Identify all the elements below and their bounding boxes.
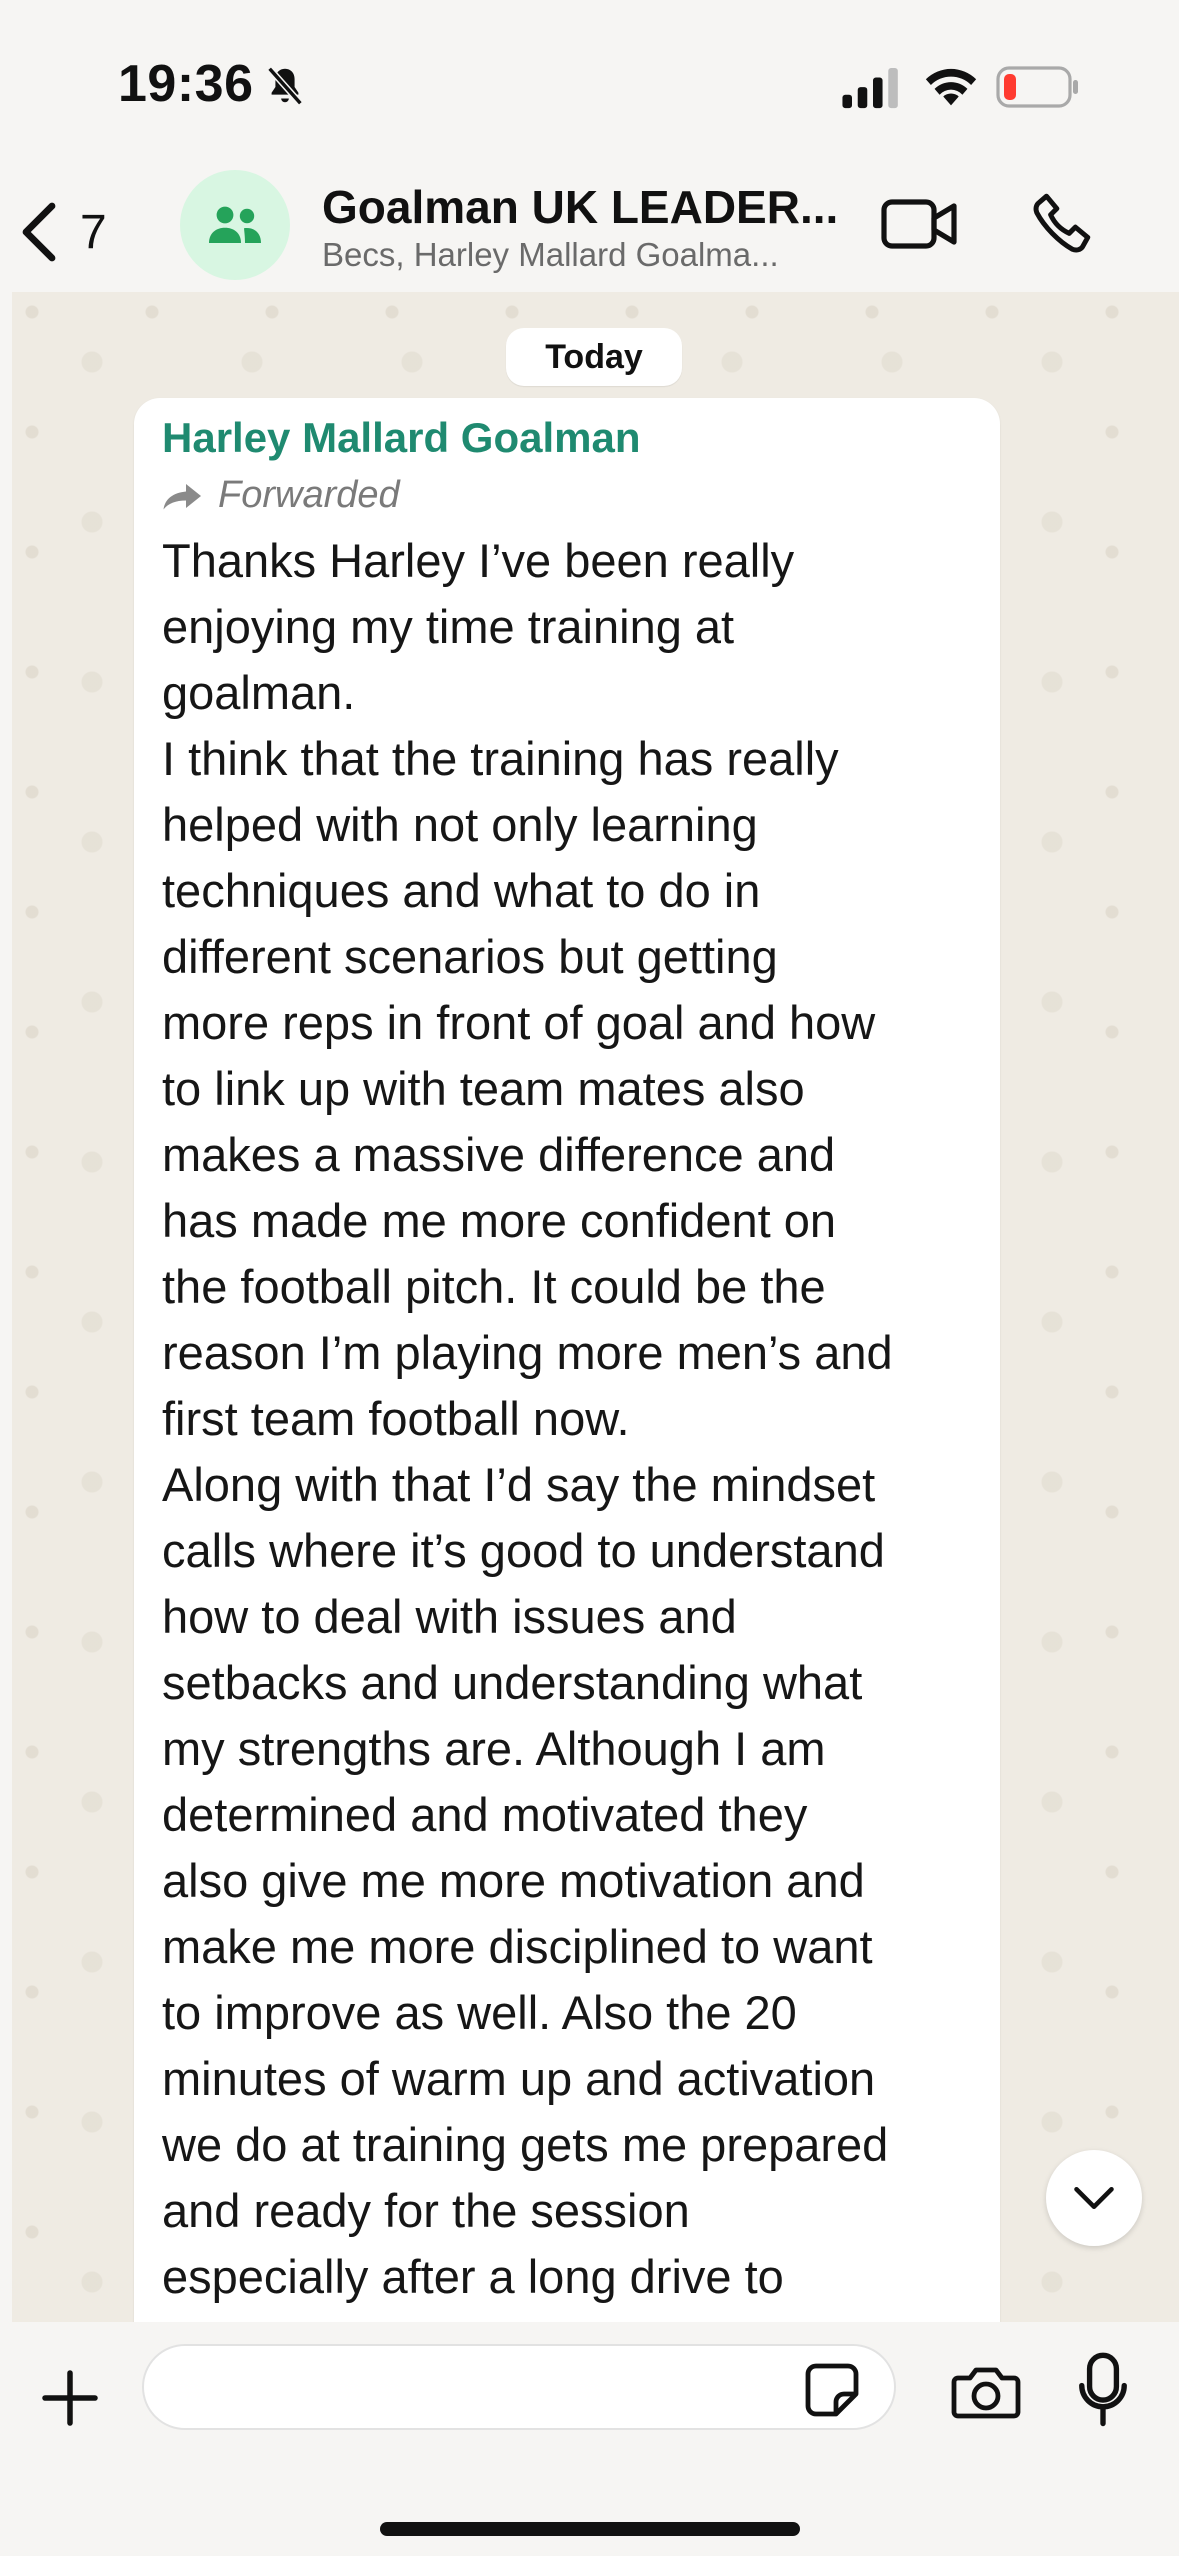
status-time: 19:36	[118, 55, 254, 113]
back-button[interactable]: 7	[16, 192, 136, 272]
status-bar: 19:36	[0, 0, 1179, 170]
group-avatar[interactable]	[180, 170, 290, 280]
video-camera-icon[interactable]	[880, 196, 960, 252]
unread-count: 7	[80, 205, 107, 259]
chat-title[interactable]: Goalman UK LEADER...	[322, 180, 842, 234]
message-input[interactable]	[142, 2344, 896, 2430]
plus-icon[interactable]	[40, 2368, 100, 2428]
chevron-down-icon	[1074, 2186, 1114, 2210]
sender-name[interactable]: Harley Mallard Goalman	[162, 414, 641, 462]
chevron-left-icon	[22, 202, 56, 262]
sticker-icon[interactable]	[804, 2362, 860, 2418]
phone-icon[interactable]	[1030, 190, 1096, 256]
chat-header: 7 Goalman UK LEADER... Becs, Harley Mall…	[0, 170, 1179, 290]
bell-slash-icon	[267, 66, 303, 106]
forwarded-label: Forwarded	[218, 474, 400, 516]
forward-arrow-icon	[163, 483, 201, 509]
chat-participants[interactable]: Becs, Harley Mallard Goalma...	[322, 236, 842, 274]
home-indicator[interactable]	[380, 2522, 800, 2536]
cellular-signal-icon	[842, 68, 898, 109]
message-input-bar	[0, 2322, 1179, 2556]
chat-messages-area[interactable]: Today Harley Mallard Goalman Forwarded T…	[12, 292, 1179, 2322]
message-text: Thanks Harley I’ve been really enjoying …	[162, 534, 893, 2303]
battery-low-icon	[996, 66, 1078, 108]
camera-icon[interactable]	[950, 2364, 1022, 2420]
whatsapp-chat-screen: 19:36 7 Goalman UK LEADER... Becs, Harle…	[0, 0, 1179, 2556]
forwarded-indicator: Forwarded	[162, 474, 400, 517]
message-bubble[interactable]: Harley Mallard Goalman Forwarded Thanks …	[134, 398, 1000, 2322]
scroll-to-bottom-button[interactable]	[1046, 2150, 1142, 2246]
microphone-icon[interactable]	[1078, 2352, 1128, 2428]
group-icon	[209, 206, 261, 243]
date-separator: Today	[506, 328, 682, 386]
wifi-icon	[925, 68, 977, 106]
